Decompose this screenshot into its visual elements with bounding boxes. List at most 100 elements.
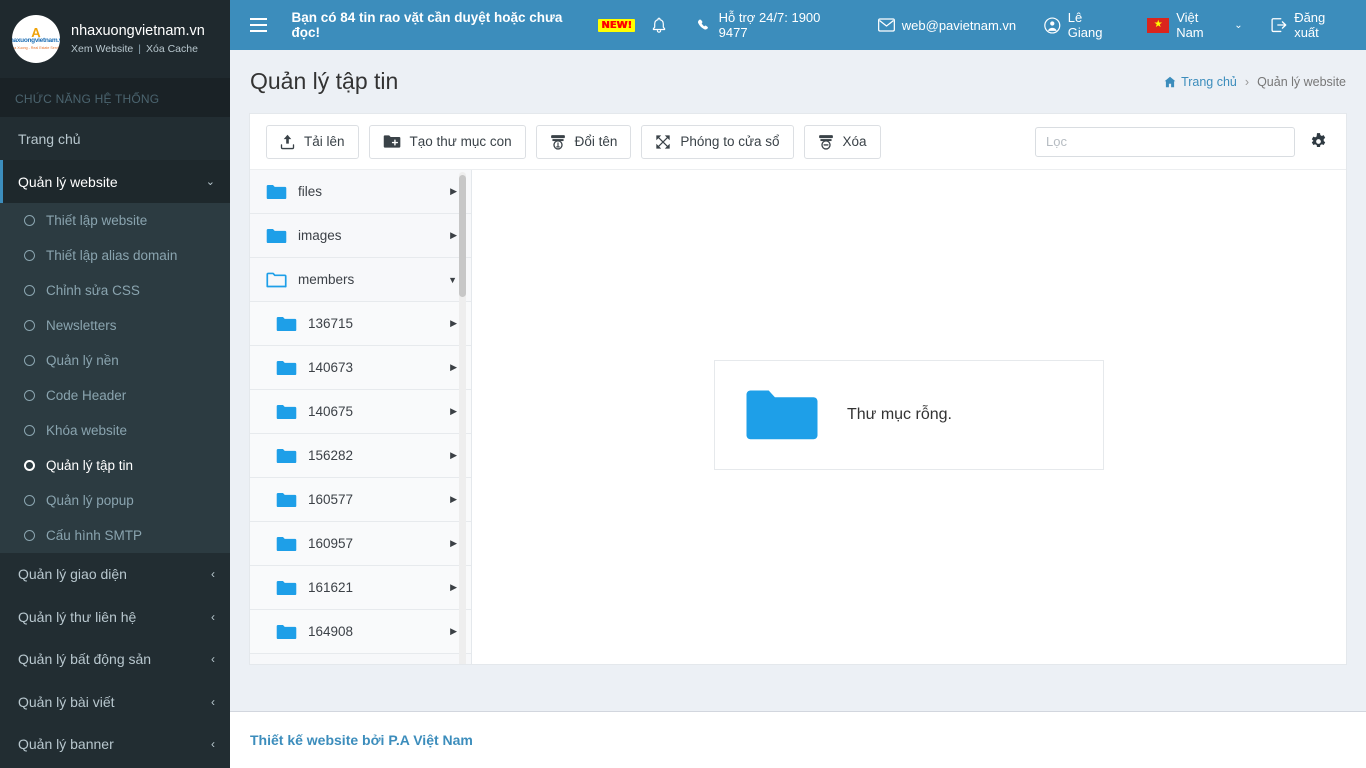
tree-node-label: 136715 <box>308 316 354 331</box>
caret-right-icon: ▶ <box>450 626 457 636</box>
expand-window-button-label: Phóng to cửa sổ <box>680 134 780 149</box>
breadcrumb-current: Quản lý website <box>1257 74 1346 89</box>
file-browser: files ▶ images ▶ members ▼ 136715 ▶ 1406… <box>250 170 1346 664</box>
tree-node-images[interactable]: images ▶ <box>250 214 471 258</box>
upload-icon <box>280 134 295 149</box>
sidebar-item-thu-lien-he[interactable]: Quản lý thư liên hệ ‹ <box>0 596 230 639</box>
rename-button-label: Đổi tên <box>574 134 618 149</box>
folder-icon <box>276 624 297 639</box>
rename-icon <box>550 134 565 150</box>
tree-node-160957[interactable]: 160957 ▶ <box>250 522 471 566</box>
notification-message[interactable]: Bạn có 84 tin rao vặt cần duyệt hoặc chư… <box>291 10 635 40</box>
tree-node-label: 160577 <box>308 492 354 507</box>
notifications-button[interactable] <box>635 0 683 50</box>
breadcrumb-separator: › <box>1244 74 1250 89</box>
folder-plus-icon <box>383 135 400 148</box>
tree-node-140675[interactable]: 140675 ▶ <box>250 390 471 434</box>
circle-icon <box>24 390 35 401</box>
sidebar-item-thiet-lap-website[interactable]: Thiết lập website <box>0 203 230 238</box>
logout-button[interactable]: Đăng xuất <box>1257 0 1366 50</box>
brand-links: Xem Website | Xóa Cache <box>71 43 205 55</box>
clear-cache-link[interactable]: Xóa Cache <box>146 43 198 55</box>
user-icon <box>1044 16 1061 34</box>
tree-scrollbar-thumb[interactable] <box>459 175 466 297</box>
brand-text: nhaxuongvietnam.vn Xem Website | Xóa Cac… <box>71 23 205 55</box>
folder-icon <box>276 360 297 375</box>
circle-icon <box>24 460 35 471</box>
rename-button[interactable]: Đổi tên <box>535 124 632 159</box>
page-title: Quản lý tập tin <box>250 68 399 94</box>
site-logo: A nhaxuongvietnam.vn Nha Xuong - Real Es… <box>12 15 60 63</box>
caret-right-icon: ▶ <box>450 582 457 592</box>
upload-button[interactable]: Tải lên <box>266 124 359 159</box>
tree-node-members[interactable]: members ▼ <box>250 258 471 302</box>
delete-button-label: Xóa <box>842 134 867 149</box>
support-email-label: web@pavietnam.vn <box>901 17 1017 33</box>
sidebar-item-home-label: Trang chủ <box>18 130 81 147</box>
sidebar: A nhaxuongvietnam.vn Nha Xuong - Real Es… <box>0 0 230 768</box>
support-email[interactable]: web@pavietnam.vn <box>864 0 1030 50</box>
caret-right-icon: ▶ <box>450 494 457 504</box>
upload-button-label: Tải lên <box>304 134 345 149</box>
new-folder-button[interactable]: Tạo thư mục con <box>368 124 526 159</box>
folder-icon <box>746 390 818 440</box>
chevron-left-icon: ‹ <box>211 652 215 667</box>
user-menu[interactable]: Lê Giang <box>1030 0 1133 50</box>
tree-node-files[interactable]: files ▶ <box>250 170 471 214</box>
sidebar-item-bat-dong-san[interactable]: Quản lý bất động sản ‹ <box>0 638 230 681</box>
top-navbar-right: Hỗ trợ 24/7: 1900 9477 web@pavietnam.vn <box>635 0 1366 50</box>
tree-scrollbar-track[interactable] <box>459 172 466 664</box>
user-name-label: Lê Giang <box>1067 10 1103 40</box>
logo-text-primary: nhaxuongvietnam.vn <box>12 36 60 44</box>
tree-node-136715[interactable]: 136715 ▶ <box>250 302 471 346</box>
sidebar-item-website[interactable]: Quản lý website ⌄ <box>0 160 230 203</box>
logo-mark: A <box>31 24 41 40</box>
sidebar-item-bai-viet[interactable]: Quản lý bài viết ‹ <box>0 681 230 724</box>
tree-node-160577[interactable]: 160577 ▶ <box>250 478 471 522</box>
sidebar-item-cau-hinh-smtp[interactable]: Cấu hình SMTP <box>0 518 230 553</box>
sidebar-item-home[interactable]: Trang chủ <box>0 117 230 160</box>
delete-icon <box>818 134 833 150</box>
sidebar-item-khoa-website[interactable]: Khóa website <box>0 413 230 448</box>
tree-node-label: 156282 <box>308 448 354 463</box>
logout-label: Đăng xuất <box>1294 10 1326 40</box>
sidebar-item-banner[interactable]: Quản lý banner ‹ <box>0 723 230 766</box>
breadcrumb-home[interactable]: Trang chủ <box>1164 75 1237 89</box>
sidebar-item-quan-ly-tap-tin[interactable]: Quản lý tập tin <box>0 448 230 483</box>
tree-node-label: files <box>298 184 323 199</box>
sidebar-item-quan-ly-nen[interactable]: Quản lý nền <box>0 343 230 378</box>
circle-icon <box>24 495 35 506</box>
delete-button[interactable]: Xóa <box>803 124 881 159</box>
folder-open-icon <box>266 272 287 287</box>
chevron-left-icon: ‹ <box>211 567 215 582</box>
menu-toggle-icon[interactable] <box>238 0 279 50</box>
sidebar-item-newsletters[interactable]: Newsletters <box>0 308 230 343</box>
tree-node-156282[interactable]: 156282 ▶ <box>250 434 471 478</box>
sidebar-group-label: Quản lý thư liên hệ <box>18 608 137 625</box>
home-icon <box>1164 76 1176 87</box>
sidebar-item-edit-css[interactable]: Chỉnh sửa CSS <box>0 273 230 308</box>
filter-input[interactable] <box>1035 126 1295 157</box>
circle-icon <box>24 530 35 541</box>
vietnam-flag-icon: ★ <box>1147 17 1170 33</box>
sidebar-brand: A nhaxuongvietnam.vn Nha Xuong - Real Es… <box>0 0 230 78</box>
content-header: Quản lý tập tin Trang chủ › Quản lý webs… <box>230 50 1366 109</box>
sidebar-item-quan-ly-popup[interactable]: Quản lý popup <box>0 483 230 518</box>
notification-message-text: Bạn có 84 tin rao vặt cần duyệt hoặc chư… <box>291 10 563 40</box>
sidebar-subitem-label: Chỉnh sửa CSS <box>46 283 140 298</box>
caret-right-icon: ▶ <box>450 450 457 460</box>
empty-folder-message: Thư mục rỗng. <box>714 360 1104 470</box>
footer-credit-link[interactable]: Thiết kế website bởi P.A Việt Nam <box>250 732 473 748</box>
tree-node-140673[interactable]: 140673 ▶ <box>250 346 471 390</box>
sidebar-item-giao-dien[interactable]: Quản lý giao diện ‹ <box>0 553 230 596</box>
settings-button[interactable] <box>1309 132 1330 151</box>
expand-window-button[interactable]: Phóng to cửa sổ <box>641 124 794 159</box>
tree-node-161621[interactable]: 161621 ▶ <box>250 566 471 610</box>
language-selector[interactable]: ★ Việt Nam ⌄ <box>1133 0 1256 50</box>
support-phone[interactable]: Hỗ trợ 24/7: 1900 9477 <box>683 0 864 50</box>
view-website-link[interactable]: Xem Website <box>71 43 133 55</box>
sidebar-item-alias-domain[interactable]: Thiết lập alias domain <box>0 238 230 273</box>
sidebar-item-code-header[interactable]: Code Header <box>0 378 230 413</box>
circle-icon <box>24 425 35 436</box>
tree-node-164908[interactable]: 164908 ▶ <box>250 610 471 654</box>
